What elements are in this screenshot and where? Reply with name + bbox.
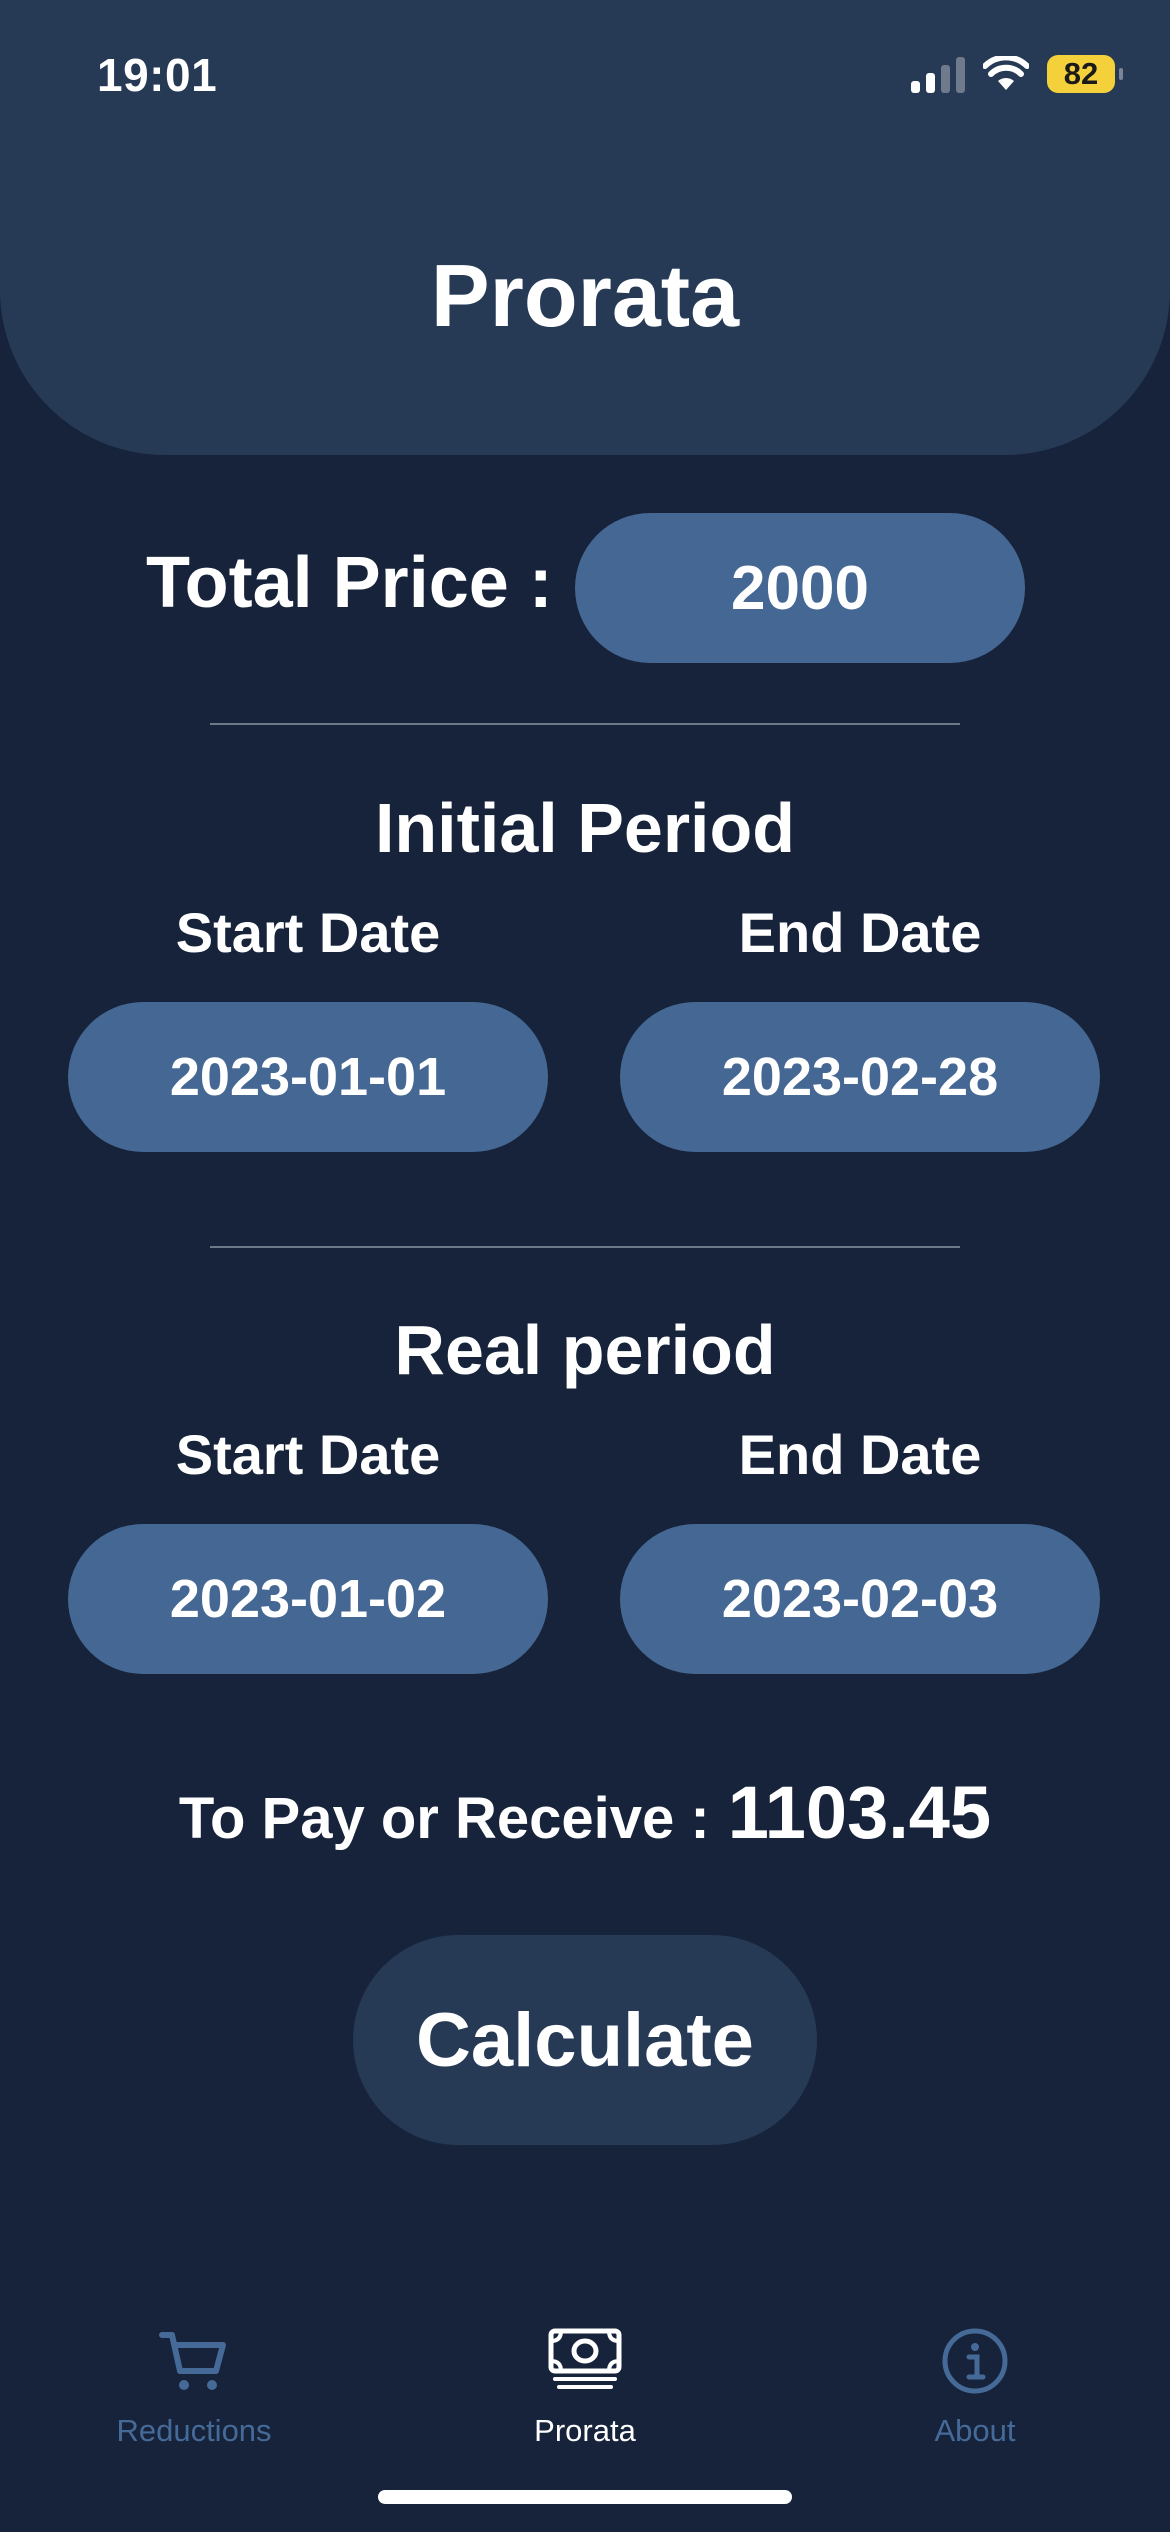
battery-icon: 82	[1047, 55, 1123, 93]
real-start-date-input[interactable]: 2023-01-02	[68, 1524, 548, 1674]
initial-period-title: Initial Period	[374, 789, 796, 867]
tab-reductions[interactable]: Reductions	[44, 2300, 344, 2449]
status-time: 19:01	[97, 49, 218, 101]
tab-label: Reductions	[116, 2413, 272, 2448]
initial-end-date-input[interactable]: 2023-02-28	[620, 1002, 1100, 1152]
tab-about[interactable]: About	[825, 2300, 1125, 2449]
page-title: Prorata	[430, 246, 740, 345]
divider	[210, 723, 960, 725]
wifi-icon	[983, 56, 1029, 90]
real-end-date-label: End Date	[738, 1423, 982, 1486]
tab-label: Prorata	[534, 2413, 636, 2448]
total-price-label: Total Price :	[146, 543, 553, 623]
divider	[210, 1246, 960, 1248]
banknote-icon	[548, 2328, 622, 2389]
home-indicator[interactable]	[378, 2490, 792, 2504]
info-icon	[942, 2328, 1008, 2394]
real-period-title: Real period	[394, 1311, 776, 1389]
initial-start-date-label: Start Date	[175, 901, 441, 964]
result-row: To Pay or Receive : 1103.45	[0, 1770, 1170, 1855]
cellular-signal-icon	[911, 55, 965, 93]
total-price-input[interactable]: 2000	[575, 513, 1025, 663]
initial-end-date-label: End Date	[738, 901, 982, 964]
initial-start-date-input[interactable]: 2023-01-01	[68, 1002, 548, 1152]
tab-prorata[interactable]: Prorata	[435, 2300, 735, 2449]
result-value: 1103.45	[727, 1771, 992, 1854]
tab-label: About	[934, 2413, 1016, 2448]
tab-bar: Reductions Prorata About	[0, 2300, 1170, 2460]
cart-icon	[159, 2332, 226, 2390]
real-end-date-input[interactable]: 2023-02-03	[620, 1524, 1100, 1674]
header: 19:01 82 Prorata	[0, 0, 1170, 455]
status-icons: 82	[911, 52, 1123, 96]
calculate-button[interactable]: Calculate	[353, 1935, 817, 2145]
result-label: To Pay or Receive :	[178, 1786, 710, 1851]
prorata-screen: 19:01 82 Prorata Total Price : 2000 Init…	[0, 0, 1170, 2532]
real-start-date-label: Start Date	[175, 1423, 441, 1486]
